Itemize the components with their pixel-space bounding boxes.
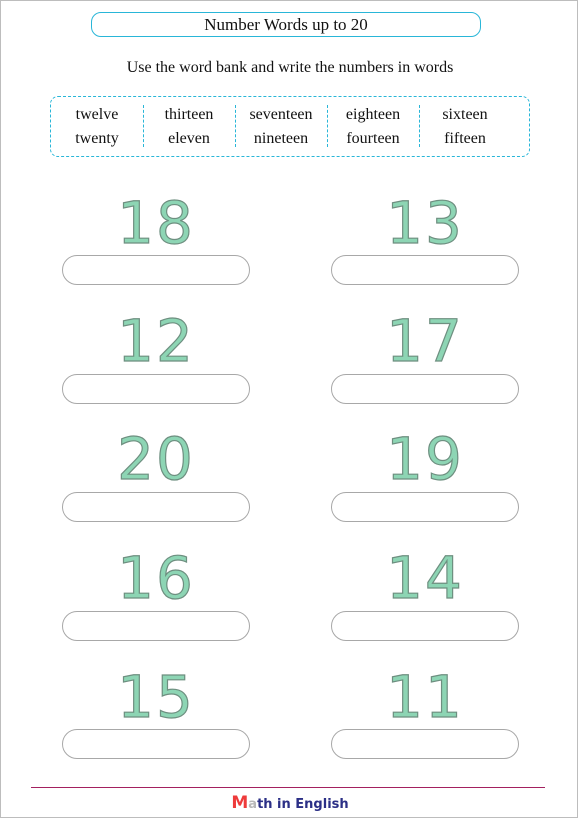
word-bank-column: sixteen fifteen (419, 103, 511, 151)
answer-field[interactable] (62, 374, 250, 404)
word-bank-column: thirteen eleven (143, 103, 235, 151)
exercise-number: 11 (385, 663, 464, 731)
worksheet-title: Number Words up to 20 (91, 12, 481, 37)
brand-letter-m: M (231, 793, 249, 813)
brand-letter-a: a (248, 797, 258, 812)
answer-field[interactable] (62, 492, 250, 522)
instruction-text: Use the word bank and write the numbers … (126, 59, 454, 76)
word-bank-word: twenty (75, 130, 119, 147)
exercise-number: 20 (116, 425, 195, 493)
word-bank-word: twelve (75, 106, 119, 123)
exercise-number: 15 (116, 663, 195, 731)
word-bank-word: fifteen (444, 130, 486, 147)
exercise-number: 18 (116, 189, 195, 257)
brand-logo: Math in English (1, 793, 578, 813)
word-bank: twelve twenty thirteen eleven seventeen … (50, 96, 530, 157)
exercise-number: 14 (385, 544, 464, 612)
answer-field[interactable] (62, 255, 250, 285)
answer-field[interactable] (62, 611, 250, 641)
word-bank-column: seventeen nineteen (235, 103, 327, 151)
footer-divider (31, 787, 545, 788)
word-bank-word: seventeen (249, 106, 313, 123)
word-bank-word: eighteen (345, 106, 401, 123)
word-bank-word: nineteen (253, 130, 309, 147)
word-bank-word: eleven (168, 130, 210, 147)
answer-field[interactable] (331, 492, 519, 522)
brand-text: th in English (257, 797, 349, 812)
answer-field[interactable] (331, 255, 519, 285)
exercise-number: 17 (385, 307, 464, 375)
answer-field[interactable] (62, 729, 250, 759)
title-text: Number Words up to 20 (204, 14, 368, 34)
word-bank-column: twelve twenty (51, 103, 143, 151)
exercise-number: 19 (385, 425, 464, 493)
answer-field[interactable] (331, 374, 519, 404)
exercise-number: 12 (116, 307, 195, 375)
word-bank-word: thirteen (164, 106, 214, 123)
answer-field[interactable] (331, 611, 519, 641)
exercise-number: 16 (116, 544, 195, 612)
word-bank-word: sixteen (442, 106, 488, 123)
worksheet-page: Number Words up to 20 Use the word bank … (0, 0, 578, 818)
exercise-number: 13 (385, 189, 464, 257)
word-bank-column: eighteen fourteen (327, 103, 419, 151)
word-bank-word: fourteen (346, 130, 400, 147)
answer-field[interactable] (331, 729, 519, 759)
